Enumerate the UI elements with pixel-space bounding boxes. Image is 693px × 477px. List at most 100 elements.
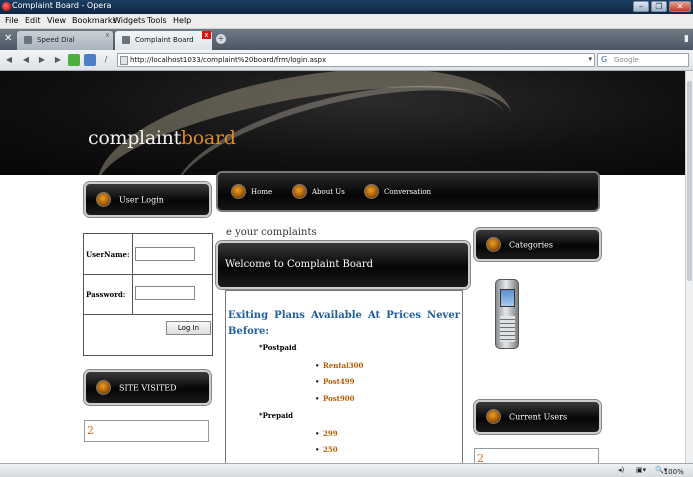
page-icon [120, 56, 128, 65]
nav-conversation[interactable]: Conversation [364, 184, 434, 200]
prepaid-label: *Prepaid [259, 411, 294, 420]
marquee-tagline: e your complaints [226, 227, 317, 238]
site-header: complaintboard [0, 71, 685, 175]
categories-label: Categories [509, 240, 553, 249]
current-users-panel-header: Current Users [474, 400, 601, 434]
plans-heading: Exiting Plans Available At Prices Never [228, 310, 460, 321]
postpaid-label: *Postpaid [259, 343, 297, 352]
view-icon[interactable]: ▣▾ [636, 466, 646, 474]
site-logo[interactable]: complaintboard [88, 127, 236, 149]
username-row: UserName: [84, 234, 212, 275]
fast-forward-icon[interactable]: ▶ [52, 54, 64, 66]
tab-label: Speed Dial [37, 36, 75, 44]
orange-bullet-icon [486, 409, 501, 424]
menu-bar: File Edit View Bookmarks Widgets Tools H… [0, 14, 693, 29]
tools-icon[interactable]: ✕ [4, 33, 12, 44]
menu-view[interactable]: View [47, 16, 66, 25]
orange-bullet-icon [231, 184, 246, 199]
google-icon: G [601, 55, 608, 64]
site-visited-count: 2 [84, 420, 209, 442]
postpaid-item: Post900 [315, 394, 354, 403]
back-icon[interactable]: ◀ [3, 54, 15, 66]
username-label: UserName: [86, 250, 130, 259]
current-users-count: 2 [474, 448, 599, 463]
window-titlebar: Complaint Board - Opera – ❐ ✕ [0, 0, 693, 14]
postpaid-item: Rental300 [315, 361, 363, 370]
tab-speed-dial[interactable]: Speed Dial x [17, 31, 113, 50]
tab-close-icon[interactable]: x [202, 31, 211, 39]
opera-icon [2, 2, 11, 11]
address-toolbar: ◀ ◀ ▶ ▶ / http://localhost1033/complaint… [0, 50, 693, 71]
username-input[interactable] [135, 247, 195, 261]
login-form: UserName: Password: Log In [83, 233, 213, 356]
orange-bullet-icon [96, 191, 111, 207]
tab-close-icon[interactable]: x [103, 31, 112, 39]
search-placeholder: Google [614, 56, 639, 64]
zoom-level: 100% [663, 468, 684, 476]
menu-help[interactable]: Help [173, 16, 191, 25]
address-field[interactable]: http://localhost1033/complaint%20board/f… [117, 53, 595, 67]
trash-icon[interactable]: ▮ [684, 34, 689, 44]
logo-part-1: complaint [88, 127, 181, 149]
phone-body [495, 279, 519, 349]
tab-label: Complaint Board [135, 36, 194, 44]
menu-edit[interactable]: Edit [25, 16, 41, 25]
nav-conversation-label: Conversation [384, 188, 432, 196]
phone-screen [500, 289, 515, 307]
speed-dial-icon [24, 36, 32, 44]
orange-bullet-icon [292, 184, 307, 199]
orange-bullet-icon [486, 236, 501, 252]
nav-about-us-label: About Us [312, 188, 345, 196]
mobile-phone-image[interactable] [492, 279, 522, 349]
prepaid-item: 250 [315, 445, 337, 454]
site-visited-label: SITE VISITED [119, 383, 177, 392]
plans-content: Exiting Plans Available At Prices Never … [225, 290, 463, 463]
page-icon [122, 36, 130, 44]
site-visited-panel-header: SITE VISITED [84, 370, 211, 405]
orange-bullet-icon [364, 184, 379, 199]
postpaid-item: Post499 [315, 377, 354, 386]
search-input[interactable]: G Google [597, 53, 689, 67]
maximize-button[interactable]: ❐ [651, 1, 667, 12]
tab-bar: ✕ Speed Dial x Complaint Board x + ▮ [0, 29, 693, 50]
close-window-button[interactable]: ✕ [669, 1, 691, 12]
prepaid-item: 299 [315, 429, 337, 438]
main-navigation: Home About Us Conversation [216, 171, 600, 212]
nav-home[interactable]: Home [231, 184, 276, 200]
window-title: Complaint Board - Opera [12, 1, 112, 10]
categories-panel-header: Categories [474, 228, 601, 261]
welcome-text: Welcome to Complaint Board [225, 259, 374, 270]
user-login-panel-header: User Login [84, 182, 211, 217]
new-tab-icon[interactable]: + [216, 34, 226, 44]
password-input[interactable] [135, 286, 195, 300]
menu-tools[interactable]: Tools [147, 16, 167, 25]
welcome-banner: Welcome to Complaint Board [216, 241, 470, 289]
logo-part-2: board [180, 127, 236, 149]
forward-icon[interactable]: ▶ [36, 54, 48, 66]
menu-file[interactable]: File [5, 16, 18, 25]
edit-icon[interactable]: / [100, 54, 112, 66]
menu-bookmarks[interactable]: Bookmarks [72, 16, 117, 25]
orange-bullet-icon [96, 379, 111, 395]
current-users-label: Current Users [509, 412, 568, 422]
rewind-icon[interactable]: ◀ [20, 54, 32, 66]
login-button[interactable]: Log In [166, 321, 211, 335]
status-bar: ◂) ▣▾ 🔍 100% ▾ [0, 463, 693, 477]
plans-heading-continued: Before: [228, 326, 270, 337]
password-label: Password: [86, 290, 126, 299]
vertical-scrollbar[interactable] [685, 71, 693, 463]
scrollbar-thumb[interactable] [687, 81, 692, 281]
sound-icon[interactable]: ◂) [618, 466, 624, 474]
tab-complaint-board[interactable]: Complaint Board x [115, 31, 212, 50]
page-viewport: complaintboard User Login UserName: Pass… [0, 71, 685, 463]
home-icon[interactable] [84, 54, 96, 66]
menu-widgets[interactable]: Widgets [113, 16, 145, 25]
zoom-control[interactable]: 🔍 100% ▾ [655, 466, 684, 476]
nav-home-label: Home [251, 188, 273, 196]
minimize-button[interactable]: – [633, 1, 649, 12]
chevron-down-icon[interactable]: ▾ [588, 55, 592, 63]
phone-keypad [500, 316, 515, 342]
reload-icon[interactable] [68, 54, 80, 66]
nav-about-us[interactable]: About Us [292, 184, 352, 200]
user-login-label: User Login [119, 195, 164, 204]
